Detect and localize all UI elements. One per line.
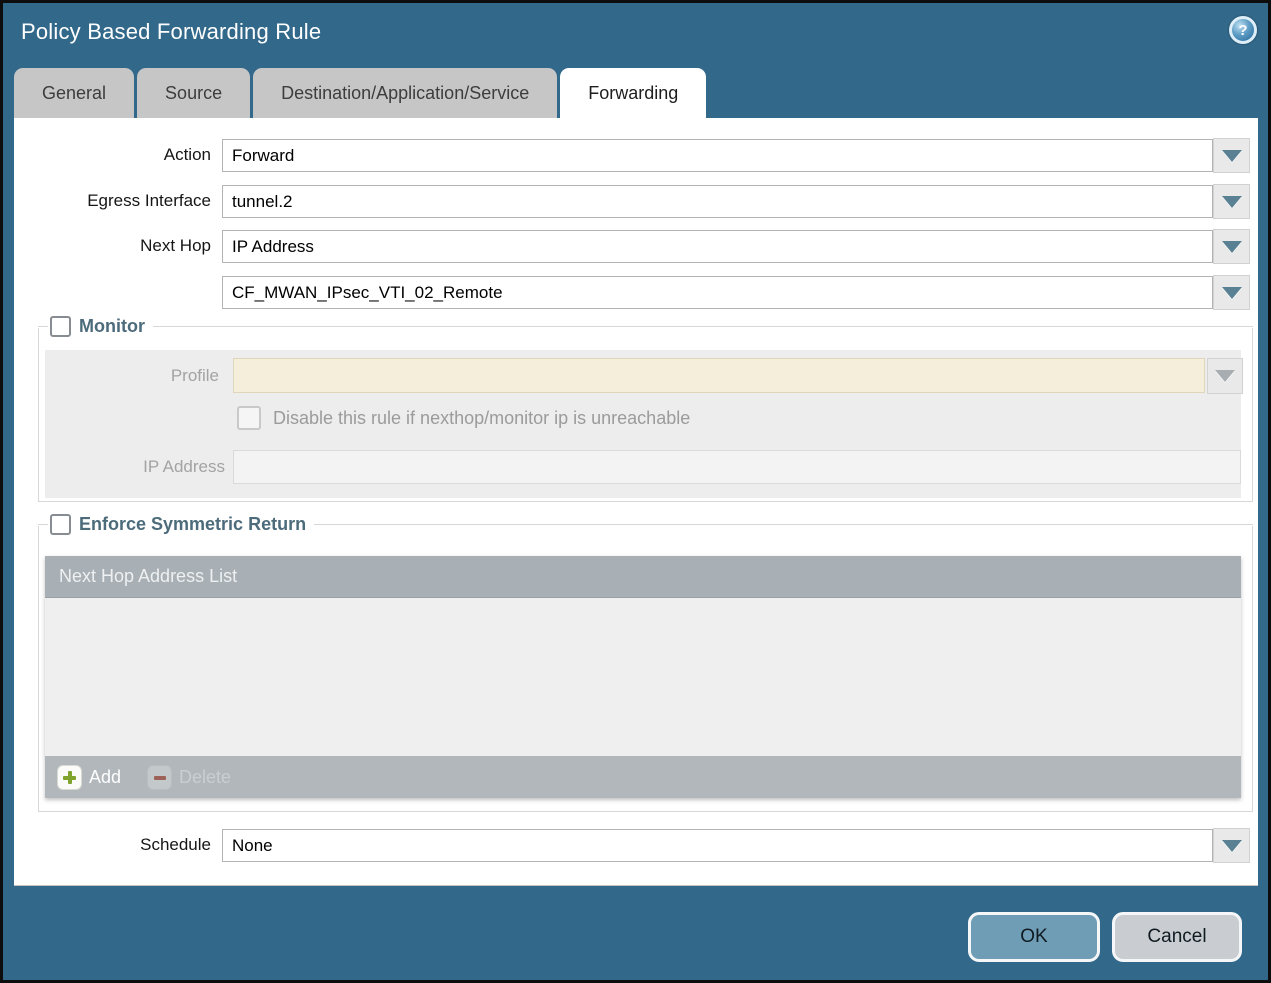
monitor-ip-address-input-disabled bbox=[233, 450, 1241, 484]
schedule-select[interactable]: None bbox=[222, 829, 1213, 862]
tab-forwarding[interactable]: Forwarding bbox=[560, 68, 706, 120]
monitor-legend-label: Monitor bbox=[71, 316, 153, 337]
monitor-fieldset: Monitor Profile Disable this rule if nex… bbox=[38, 328, 1253, 502]
delete-button-disabled: Delete bbox=[147, 765, 231, 790]
tab-source[interactable]: Source bbox=[137, 68, 250, 118]
monitor-legend: Monitor bbox=[38, 316, 1253, 337]
ok-button-label: OK bbox=[1020, 926, 1047, 948]
chevron-down-icon bbox=[1215, 370, 1235, 382]
cancel-button-label: Cancel bbox=[1147, 926, 1206, 948]
delete-button-label: Delete bbox=[179, 767, 231, 788]
profile-label: Profile bbox=[45, 358, 219, 393]
add-button-label: Add bbox=[89, 767, 121, 788]
plus-icon bbox=[57, 765, 82, 790]
chevron-down-icon bbox=[1222, 150, 1242, 162]
symmetric-return-checkbox[interactable] bbox=[50, 514, 71, 535]
next-hop-dropdown-button[interactable] bbox=[1213, 229, 1250, 264]
schedule-label: Schedule bbox=[14, 828, 211, 862]
profile-select-disabled bbox=[233, 358, 1205, 393]
symmetric-return-fieldset: Enforce Symmetric Return Next Hop Addres… bbox=[38, 526, 1253, 812]
minus-icon bbox=[147, 765, 172, 790]
chevron-down-icon bbox=[1222, 196, 1242, 208]
tab-bar: General Source Destination/Application/S… bbox=[14, 68, 709, 120]
egress-interface-label: Egress Interface bbox=[14, 184, 211, 218]
monitor-body: Profile Disable this rule if nexthop/mon… bbox=[45, 350, 1241, 498]
table-toolbar: Add Delete bbox=[45, 756, 1241, 798]
help-icon[interactable]: ? bbox=[1229, 16, 1257, 44]
egress-interface-select[interactable]: tunnel.2 bbox=[222, 185, 1213, 218]
next-hop-address-value: CF_MWAN_IPsec_VTI_02_Remote bbox=[232, 283, 503, 303]
schedule-value: None bbox=[232, 836, 273, 856]
table-header-next-hop-address-list: Next Hop Address List bbox=[45, 556, 1241, 598]
chevron-down-icon bbox=[1222, 287, 1242, 299]
next-hop-label: Next Hop bbox=[14, 229, 211, 263]
symmetric-return-legend: Enforce Symmetric Return bbox=[38, 514, 1253, 535]
next-hop-address-select[interactable]: CF_MWAN_IPsec_VTI_02_Remote bbox=[222, 276, 1213, 309]
profile-dropdown-button-disabled bbox=[1207, 358, 1243, 394]
next-hop-address-row: CF_MWAN_IPsec_VTI_02_Remote bbox=[14, 275, 1258, 309]
next-hop-type-select[interactable]: IP Address bbox=[222, 230, 1213, 263]
disable-rule-row: Disable this rule if nexthop/monitor ip … bbox=[237, 406, 690, 430]
monitor-checkbox[interactable] bbox=[50, 316, 71, 337]
next-hop-address-dropdown-button[interactable] bbox=[1213, 275, 1250, 310]
table-body-empty bbox=[45, 598, 1241, 756]
forwarding-tab-panel: Action Forward Egress Interface tunnel.2… bbox=[14, 118, 1258, 886]
action-value: Forward bbox=[232, 146, 294, 166]
schedule-dropdown-button[interactable] bbox=[1213, 828, 1250, 863]
cancel-button[interactable]: Cancel bbox=[1112, 912, 1242, 962]
disable-rule-label: Disable this rule if nexthop/monitor ip … bbox=[273, 408, 690, 429]
next-hop-type-value: IP Address bbox=[232, 237, 314, 257]
egress-interface-row: Egress Interface tunnel.2 bbox=[14, 184, 1258, 218]
tab-general[interactable]: General bbox=[14, 68, 134, 118]
dialog-title: Policy Based Forwarding Rule bbox=[21, 19, 321, 45]
pbf-rule-dialog: Policy Based Forwarding Rule ? General S… bbox=[0, 0, 1271, 983]
ok-button[interactable]: OK bbox=[968, 912, 1100, 962]
action-label: Action bbox=[14, 138, 211, 172]
schedule-row: Schedule None bbox=[14, 828, 1258, 862]
action-select[interactable]: Forward bbox=[222, 139, 1213, 172]
action-row: Action Forward bbox=[14, 138, 1258, 172]
egress-interface-value: tunnel.2 bbox=[232, 192, 293, 212]
next-hop-address-table: Next Hop Address List Add Delete bbox=[45, 556, 1241, 798]
tab-destination-application-service[interactable]: Destination/Application/Service bbox=[253, 68, 557, 118]
next-hop-row: Next Hop IP Address bbox=[14, 229, 1258, 263]
chevron-down-icon bbox=[1222, 241, 1242, 253]
action-dropdown-button[interactable] bbox=[1213, 138, 1250, 173]
symmetric-return-legend-label: Enforce Symmetric Return bbox=[71, 514, 314, 535]
disable-rule-checkbox-disabled bbox=[237, 406, 261, 430]
monitor-ip-address-label: IP Address bbox=[45, 450, 225, 484]
add-button[interactable]: Add bbox=[57, 765, 121, 790]
egress-interface-dropdown-button[interactable] bbox=[1213, 184, 1250, 219]
chevron-down-icon bbox=[1222, 840, 1242, 852]
question-mark-glyph: ? bbox=[1238, 22, 1247, 39]
